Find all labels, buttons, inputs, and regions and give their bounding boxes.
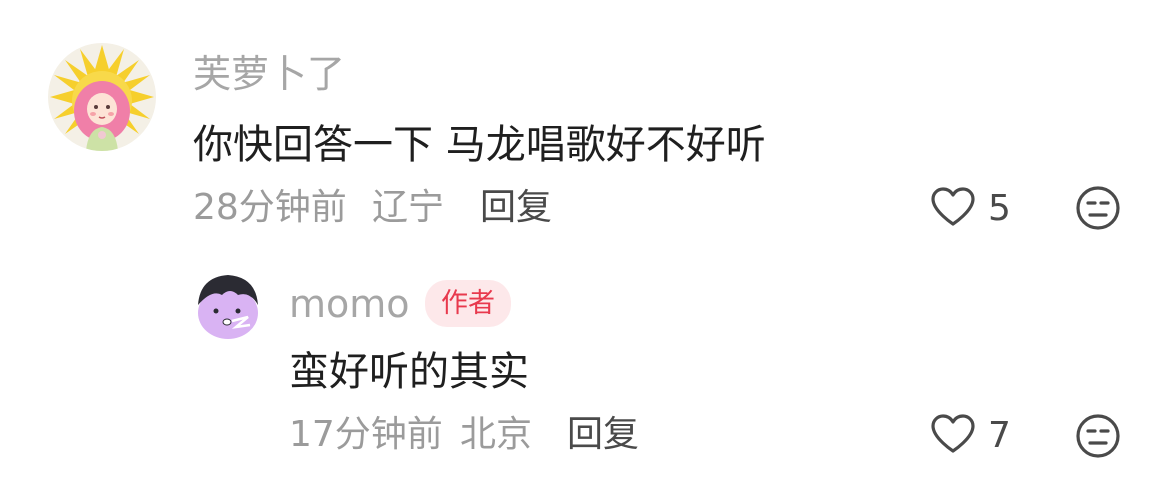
author-badge: 作者 (425, 280, 511, 327)
avatar[interactable] (192, 269, 264, 341)
dislike-button[interactable] (1075, 413, 1121, 463)
comment-time: 28分钟前 (193, 187, 347, 228)
comment-content: 你快回答一下 马龙唱歌好不好听 (193, 122, 766, 168)
reply-time: 17分钟前 (289, 414, 443, 455)
like-button[interactable]: 5 (930, 186, 1011, 232)
like-count: 7 (988, 415, 1011, 456)
reply-username[interactable]: momo (289, 285, 410, 323)
like-count: 5 (988, 188, 1011, 229)
heart-outline-icon (930, 413, 976, 459)
reply-button[interactable]: 回复 (480, 190, 552, 226)
reply-location: 北京 (460, 414, 533, 455)
unamused-face-icon (1075, 186, 1121, 235)
dislike-button[interactable] (1075, 185, 1121, 235)
unamused-face-icon (1075, 414, 1121, 463)
reply-content: 蛮好听的其实 (289, 349, 529, 395)
comment-location: 辽宁 (372, 187, 445, 228)
heart-outline-icon (930, 186, 976, 232)
avatar[interactable] (48, 43, 156, 151)
like-button[interactable]: 7 (930, 413, 1011, 459)
comment-username[interactable]: 芙萝卜了 (193, 55, 345, 93)
reply-button[interactable]: 回复 (567, 417, 639, 453)
